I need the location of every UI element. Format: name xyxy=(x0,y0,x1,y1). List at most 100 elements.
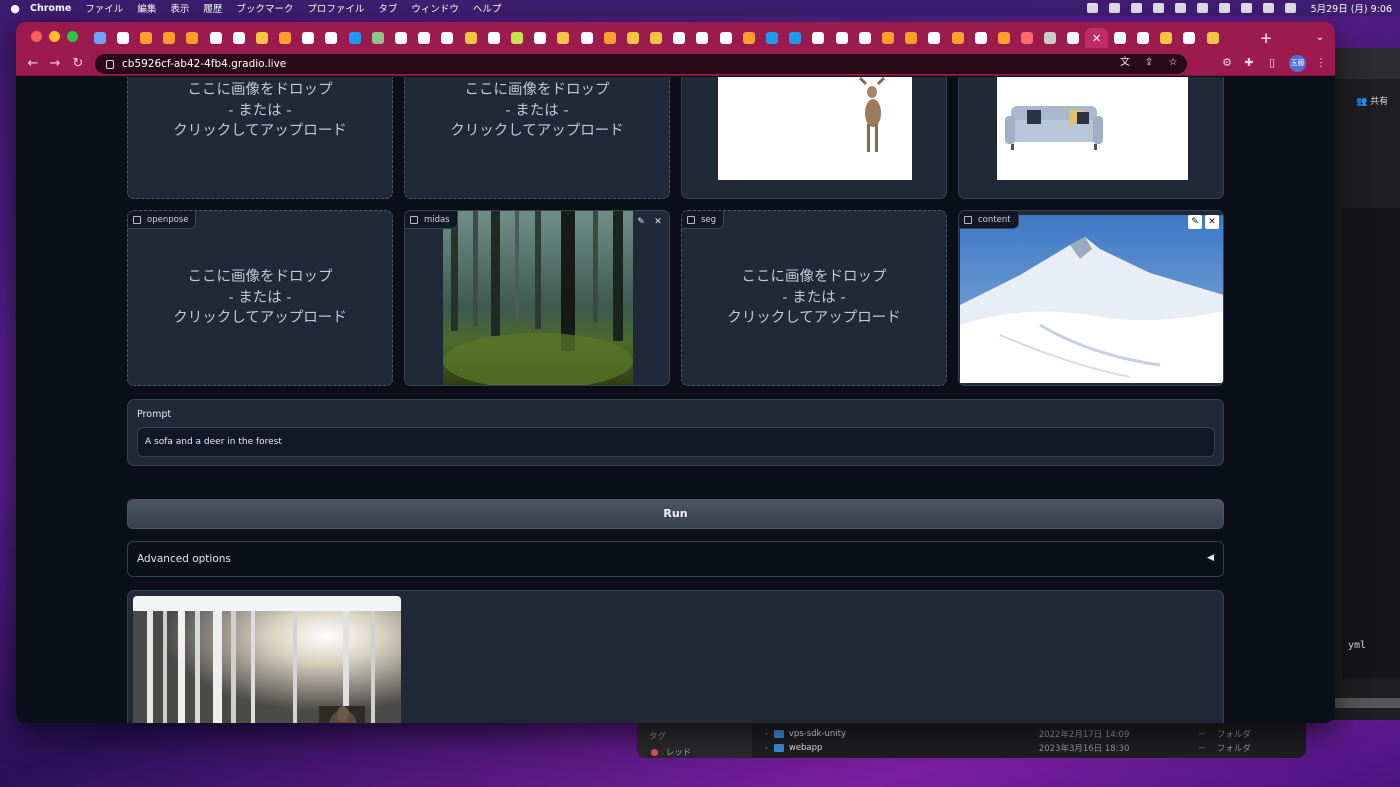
browser-tab[interactable] xyxy=(459,28,482,48)
browser-tab[interactable] xyxy=(946,28,969,48)
chevron-right-icon[interactable]: › xyxy=(765,730,768,738)
browser-tab[interactable] xyxy=(668,28,691,48)
background-scrollbar[interactable] xyxy=(1330,698,1400,708)
browser-tab[interactable] xyxy=(436,28,459,48)
control-center-icon[interactable] xyxy=(1262,3,1274,13)
browser-tab[interactable] xyxy=(88,28,111,48)
new-tab-button[interactable]: + xyxy=(1256,28,1276,48)
browser-tab-active[interactable]: ✕ xyxy=(1085,28,1109,48)
run-button[interactable]: Run xyxy=(127,499,1224,529)
menu-history[interactable]: 履歴 xyxy=(203,1,222,15)
image-input-midas[interactable]: midas ✎ ✕ xyxy=(404,210,670,386)
browser-tab[interactable] xyxy=(575,28,598,48)
menubar-clock[interactable]: 5月29日 (月) 9:06 xyxy=(1311,1,1392,15)
browser-tab[interactable] xyxy=(134,28,157,48)
browser-tab[interactable] xyxy=(389,28,412,48)
browser-tab[interactable] xyxy=(598,28,621,48)
profile-avatar[interactable]: 玉藤 xyxy=(1289,55,1306,72)
browser-tab[interactable] xyxy=(343,28,366,48)
image-preview[interactable] xyxy=(681,77,947,199)
menu-help[interactable]: ヘルプ xyxy=(473,1,502,15)
browser-tab[interactable] xyxy=(227,28,250,48)
bookmark-star-icon[interactable]: ☆ xyxy=(1167,57,1179,69)
close-icon[interactable]: ✕ xyxy=(1205,215,1219,229)
status-app-icon[interactable] xyxy=(1086,3,1098,13)
zoom-window-button[interactable] xyxy=(67,31,78,42)
more-menu-icon[interactable]: ⋮ xyxy=(1314,56,1328,70)
browser-tab[interactable] xyxy=(158,28,181,48)
menu-window[interactable]: ウィンドウ xyxy=(411,1,459,15)
browser-tab[interactable] xyxy=(760,28,783,48)
browser-tab[interactable] xyxy=(250,28,273,48)
image-upload-dropzone[interactable]: ここに画像をドロップ - または - クリックしてアップロード xyxy=(127,77,393,199)
status-app-icon[interactable] xyxy=(1130,3,1142,13)
minimize-window-button[interactable] xyxy=(49,31,60,42)
menu-profiles[interactable]: プロファイル xyxy=(307,1,364,15)
browser-tab[interactable] xyxy=(784,28,807,48)
browser-tab[interactable] xyxy=(320,28,343,48)
extension-icon[interactable]: ⚙ xyxy=(1220,56,1234,70)
browser-tab[interactable] xyxy=(621,28,644,48)
input-method-icon[interactable] xyxy=(1174,3,1186,13)
siri-icon[interactable] xyxy=(1284,3,1296,13)
browser-tab[interactable] xyxy=(505,28,528,48)
browser-tab[interactable] xyxy=(204,28,227,48)
browser-tab[interactable] xyxy=(923,28,946,48)
forward-arrow-icon[interactable]: → xyxy=(46,55,64,73)
browser-tab[interactable] xyxy=(876,28,899,48)
close-tab-icon[interactable]: ✕ xyxy=(1092,32,1101,45)
browser-tab[interactable] xyxy=(691,28,714,48)
close-icon[interactable]: ✕ xyxy=(651,215,665,229)
browser-tab[interactable] xyxy=(366,28,389,48)
edit-pencil-icon[interactable]: ✎ xyxy=(634,215,648,229)
browser-tab[interactable] xyxy=(181,28,204,48)
address-bar[interactable]: cb5926cf-ab42-4fb4.gradio.live 文 ⇪ ☆ xyxy=(95,54,1187,74)
side-panel-icon[interactable]: ▯ xyxy=(1265,56,1279,70)
browser-tab[interactable] xyxy=(1039,28,1062,48)
menu-view[interactable]: 表示 xyxy=(170,1,189,15)
collapse-arrow-icon[interactable]: ◀ xyxy=(1207,553,1214,563)
search-icon[interactable] xyxy=(1240,3,1252,13)
image-preview[interactable] xyxy=(958,77,1224,199)
image-upload-dropzone[interactable]: ここに画像をドロップ - または - クリックしてアップロード xyxy=(404,77,670,199)
browser-tab[interactable] xyxy=(552,28,575,48)
status-app-icon[interactable] xyxy=(1108,3,1120,13)
menu-tab[interactable]: タブ xyxy=(378,1,397,15)
menu-bookmarks[interactable]: ブックマーク xyxy=(236,1,293,15)
browser-tab[interactable] xyxy=(297,28,320,48)
finder-row[interactable]: › vps-sdk-unity 2022年2月17日 14:09 -- フォルダ xyxy=(765,727,1295,741)
reload-icon[interactable]: ↻ xyxy=(69,55,87,73)
browser-tab[interactable] xyxy=(853,28,876,48)
advanced-options-accordion[interactable]: Advanced options ◀ xyxy=(127,541,1224,577)
close-window-button[interactable] xyxy=(31,31,42,42)
browser-tab[interactable] xyxy=(737,28,760,48)
browser-tab[interactable] xyxy=(1016,28,1039,48)
image-input-content[interactable]: content ✎ ✕ xyxy=(958,210,1224,386)
image-input-seg[interactable]: seg ここに画像をドロップ - または - クリックしてアップロード xyxy=(681,210,947,386)
browser-tab[interactable] xyxy=(1178,28,1201,48)
browser-tab[interactable] xyxy=(1062,28,1085,48)
menubar-app-name[interactable]: Chrome xyxy=(30,3,71,14)
browser-tab[interactable] xyxy=(645,28,668,48)
browser-tab[interactable] xyxy=(413,28,436,48)
share-label[interactable]: 👥 共有 xyxy=(1356,94,1388,107)
browser-tab[interactable] xyxy=(830,28,853,48)
wifi-icon[interactable] xyxy=(1218,3,1230,13)
gallery-thumbnail[interactable] xyxy=(133,596,401,723)
status-play-icon[interactable] xyxy=(1152,3,1164,13)
browser-tab[interactable] xyxy=(969,28,992,48)
image-input-openpose[interactable]: openpose ここに画像をドロップ - または - クリックしてアップロード xyxy=(127,210,393,386)
browser-tab[interactable] xyxy=(111,28,134,48)
chevron-right-icon[interactable]: › xyxy=(765,744,768,752)
back-arrow-icon[interactable]: ← xyxy=(24,55,42,73)
browser-tab[interactable] xyxy=(900,28,923,48)
menu-file[interactable]: ファイル xyxy=(85,1,123,15)
share-icon[interactable]: ⇪ xyxy=(1143,57,1155,69)
browser-tab[interactable] xyxy=(1201,28,1224,48)
browser-tab[interactable] xyxy=(482,28,505,48)
browser-tab[interactable] xyxy=(1108,28,1131,48)
browser-tab[interactable] xyxy=(274,28,297,48)
battery-icon[interactable] xyxy=(1196,3,1208,13)
translate-icon[interactable]: 文 xyxy=(1119,57,1131,69)
browser-tab[interactable] xyxy=(1131,28,1154,48)
